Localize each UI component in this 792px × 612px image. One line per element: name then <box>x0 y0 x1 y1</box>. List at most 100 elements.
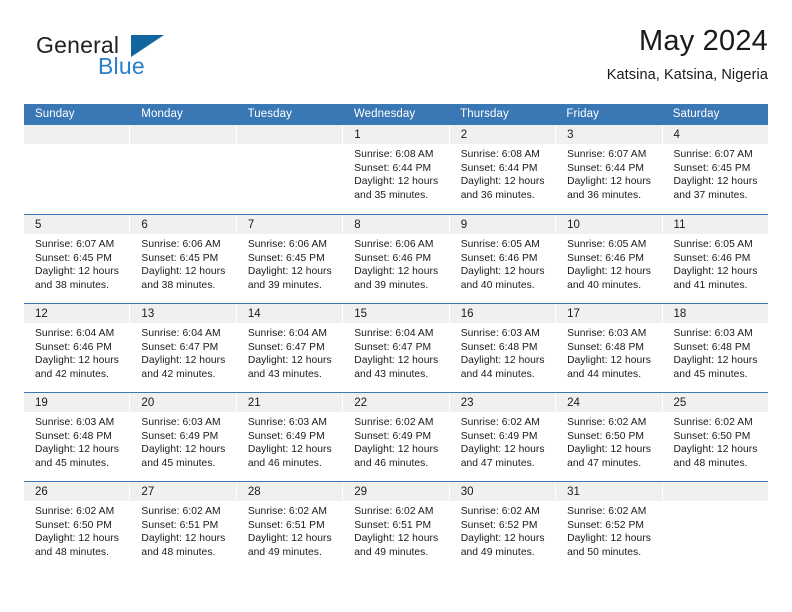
calendar-week-row: 12 Sunrise: 6:04 AM Sunset: 6:46 PM Dayligh… <box>24 303 768 392</box>
calendar-day-cell[interactable]: 19 Sunrise: 6:03 AM Sunset: 6:48 PM Dayligh… <box>24 393 130 481</box>
day-number: 30 <box>460 486 474 498</box>
calendar-day-cell[interactable]: 3 Sunrise: 6:07 AM Sunset: 6:44 PM Daylight… <box>555 125 662 214</box>
calendar-day-cell[interactable]: 21 Sunrise: 6:03 AM Sunset: 6:49 PM Dayligh… <box>235 393 343 481</box>
day-number: 20 <box>141 397 155 409</box>
calendar-day-cell[interactable]: 1 Sunrise: 6:08 AM Sunset: 6:44 PM Daylight… <box>342 125 449 214</box>
generalblue-logo[interactable]: General Blue <box>36 32 216 88</box>
calendar-day-cell[interactable]: 24 Sunrise: 6:02 AM Sunset: 6:50 PM Dayligh… <box>555 393 662 481</box>
day-number: 2 <box>460 129 468 141</box>
daylight-duration-line2: and 42 minutes. <box>35 368 110 380</box>
daylight-duration-line1: Daylight: 12 hours <box>460 176 545 188</box>
sunrise-time: Sunrise: 6:03 AM <box>35 417 115 428</box>
calendar-day-cell[interactable]: 25 Sunrise: 6:02 AM Sunset: 6:50 PM Dayligh… <box>661 393 768 481</box>
day-number: 13 <box>141 308 155 320</box>
calendar-page: General Blue May 2024 Katsina, Katsina, … <box>0 0 792 612</box>
calendar-day-cell[interactable]: 13 Sunrise: 6:04 AM Sunset: 6:47 PM Dayligh… <box>129 304 236 392</box>
sunrise-time: Sunrise: 6:06 AM <box>247 239 328 250</box>
calendar-day-cell[interactable]: 6 Sunrise: 6:06 AM Sunset: 6:45 PM Daylight… <box>129 215 236 303</box>
day-number-band <box>236 125 343 144</box>
day-number-band: 31 <box>556 482 662 501</box>
sunrise-time: Sunrise: 6:03 AM <box>673 328 753 339</box>
sunset-time: Sunset: 6:46 PM <box>35 341 112 353</box>
daylight-duration-line2: and 48 minutes. <box>35 546 110 558</box>
daylight-duration-line2: and 38 minutes. <box>35 279 110 291</box>
calendar-day-cell[interactable]: 27 Sunrise: 6:02 AM Sunset: 6:51 PM Dayligh… <box>129 482 236 570</box>
sunrise-time: Sunrise: 6:07 AM <box>567 149 647 160</box>
sunrise-time: Sunrise: 6:08 AM <box>354 149 434 160</box>
sunrise-time: Sunrise: 6:02 AM <box>35 506 115 517</box>
daylight-duration-line1: Daylight: 12 hours <box>567 266 652 278</box>
brand-name-blue: Blue <box>98 53 145 79</box>
calendar-day-cell[interactable]: 20 Sunrise: 6:03 AM Sunset: 6:49 PM Dayligh… <box>129 393 236 481</box>
sunrise-time: Sunrise: 6:03 AM <box>141 417 221 428</box>
day-number-band: 27 <box>130 482 236 501</box>
day-number-band: 21 <box>236 393 343 412</box>
daylight-duration-line2: and 40 minutes. <box>567 279 642 291</box>
sunrise-time: Sunrise: 6:07 AM <box>673 149 753 160</box>
daylight-duration-line2: and 37 minutes. <box>673 189 748 201</box>
day-number-band: 7 <box>236 215 343 234</box>
day-number: 5 <box>35 219 42 231</box>
day-number: 31 <box>567 486 580 498</box>
calendar-day-cell[interactable]: 5 Sunrise: 6:07 AM Sunset: 6:45 PM Daylight… <box>24 215 130 303</box>
daylight-duration-line1: Daylight: 12 hours <box>567 533 652 545</box>
sunrise-time: Sunrise: 6:02 AM <box>567 417 647 428</box>
day-number: 8 <box>354 219 361 231</box>
calendar-day-cell[interactable]: 10 Sunrise: 6:05 AM Sunset: 6:46 PM Dayligh… <box>555 215 662 303</box>
day-details: Sunrise: 6:03 AM Sunset: 6:48 PM Daylight:… <box>663 323 768 381</box>
sunrise-time: Sunrise: 6:05 AM <box>460 239 540 250</box>
sunrise-time: Sunrise: 6:02 AM <box>141 506 221 517</box>
day-number-band: 10 <box>556 215 662 234</box>
sunrise-time: Sunrise: 6:03 AM <box>247 417 328 428</box>
day-details: Sunrise: 6:02 AM Sunset: 6:49 PM Daylight:… <box>450 412 555 470</box>
daylight-duration-line1: Daylight: 12 hours <box>567 355 652 367</box>
calendar-day-cell[interactable]: 8 Sunrise: 6:06 AM Sunset: 6:46 PM Daylight… <box>342 215 449 303</box>
sunset-time: Sunset: 6:50 PM <box>567 430 644 442</box>
day-details: Sunrise: 6:07 AM Sunset: 6:45 PM Daylight:… <box>663 144 768 202</box>
calendar-day-cell[interactable]: 14 Sunrise: 6:04 AM Sunset: 6:47 PM Dayligh… <box>235 304 343 392</box>
day-number-band: 8 <box>343 215 449 234</box>
day-number-band: 29 <box>343 482 449 501</box>
day-details: Sunrise: 6:08 AM Sunset: 6:44 PM Daylight:… <box>450 144 555 202</box>
calendar-day-cell[interactable]: 31 Sunrise: 6:02 AM Sunset: 6:52 PM Dayligh… <box>555 482 662 570</box>
calendar-day-cell[interactable]: 7 Sunrise: 6:06 AM Sunset: 6:45 PM Daylight… <box>235 215 343 303</box>
sunset-time: Sunset: 6:48 PM <box>460 341 538 353</box>
calendar-day-cell[interactable]: 9 Sunrise: 6:05 AM Sunset: 6:46 PM Daylight… <box>448 215 556 303</box>
sunset-time: Sunset: 6:47 PM <box>354 341 432 353</box>
daylight-duration-line2: and 45 minutes. <box>673 368 748 380</box>
daylight-duration-line2: and 40 minutes. <box>460 279 535 291</box>
sunrise-time: Sunrise: 6:08 AM <box>460 149 540 160</box>
calendar-day-cell[interactable]: 11 Sunrise: 6:05 AM Sunset: 6:46 PM Dayligh… <box>661 215 768 303</box>
daylight-duration-line2: and 39 minutes. <box>354 279 429 291</box>
day-details: Sunrise: 6:04 AM Sunset: 6:47 PM Daylight:… <box>237 323 342 381</box>
weekday-header-friday: Friday <box>566 108 599 120</box>
day-number-band: 16 <box>449 304 556 323</box>
sunset-time: Sunset: 6:51 PM <box>247 519 325 531</box>
calendar-day-cell[interactable]: 4 Sunrise: 6:07 AM Sunset: 6:45 PM Daylight… <box>661 125 768 214</box>
calendar-day-cell[interactable]: 23 Sunrise: 6:02 AM Sunset: 6:49 PM Dayligh… <box>448 393 556 481</box>
calendar-day-cell[interactable]: 17 Sunrise: 6:03 AM Sunset: 6:48 PM Dayligh… <box>555 304 662 392</box>
calendar-day-cell[interactable]: 18 Sunrise: 6:03 AM Sunset: 6:48 PM Dayligh… <box>661 304 768 392</box>
calendar-day-cell[interactable]: 26 Sunrise: 6:02 AM Sunset: 6:50 PM Dayligh… <box>24 482 130 570</box>
sunset-time: Sunset: 6:49 PM <box>141 430 219 442</box>
calendar-day-cell[interactable]: 30 Sunrise: 6:02 AM Sunset: 6:52 PM Dayligh… <box>448 482 556 570</box>
day-number: 9 <box>460 219 468 231</box>
calendar-grid: Sunday Monday Tuesday Wednesday Thursday Frid… <box>24 104 768 570</box>
calendar-day-cell[interactable]: 29 Sunrise: 6:02 AM Sunset: 6:51 PM Dayligh… <box>342 482 449 570</box>
day-details: Sunrise: 6:02 AM Sunset: 6:51 PM Daylight:… <box>343 501 448 559</box>
day-number-band: 13 <box>130 304 236 323</box>
calendar-day-cell[interactable]: 22 Sunrise: 6:02 AM Sunset: 6:49 PM Dayligh… <box>342 393 449 481</box>
day-details: Sunrise: 6:05 AM Sunset: 6:46 PM Daylight:… <box>556 234 661 292</box>
day-details: Sunrise: 6:02 AM Sunset: 6:52 PM Daylight:… <box>556 501 661 559</box>
calendar-day-cell[interactable]: 15 Sunrise: 6:04 AM Sunset: 6:47 PM Dayligh… <box>342 304 449 392</box>
calendar-day-cell[interactable]: 2 Sunrise: 6:08 AM Sunset: 6:44 PM Daylight… <box>448 125 556 214</box>
day-details: Sunrise: 6:02 AM Sunset: 6:50 PM Daylight:… <box>556 412 661 470</box>
day-details: Sunrise: 6:02 AM Sunset: 6:51 PM Daylight:… <box>130 501 235 559</box>
calendar-day-cell[interactable]: 28 Sunrise: 6:02 AM Sunset: 6:51 PM Dayligh… <box>235 482 343 570</box>
calendar-day-cell[interactable]: 16 Sunrise: 6:03 AM Sunset: 6:48 PM Dayligh… <box>448 304 556 392</box>
daylight-duration-line2: and 49 minutes. <box>247 546 322 558</box>
calendar-day-cell[interactable]: 12 Sunrise: 6:04 AM Sunset: 6:46 PM Dayligh… <box>24 304 130 392</box>
daylight-duration-line2: and 47 minutes. <box>460 457 535 469</box>
daylight-duration-line1: Daylight: 12 hours <box>460 444 545 456</box>
calendar-cell-empty <box>235 125 343 214</box>
